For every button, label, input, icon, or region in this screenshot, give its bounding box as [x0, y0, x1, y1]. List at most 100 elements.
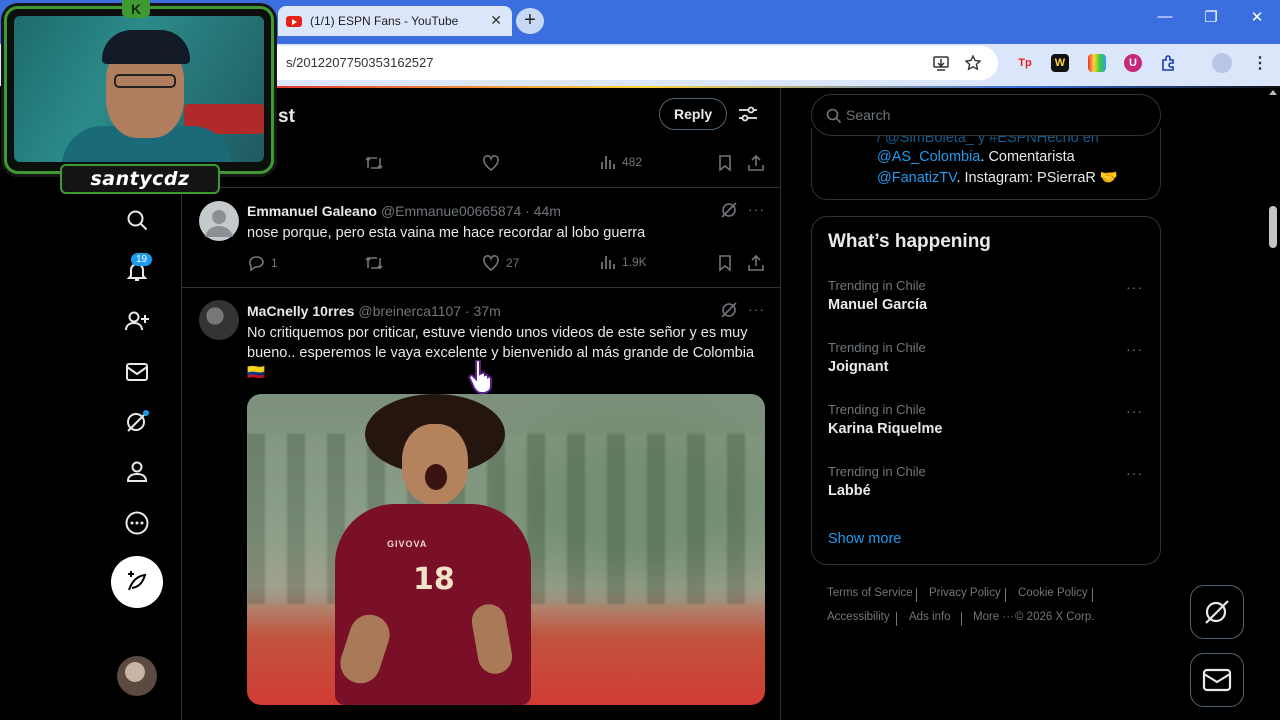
footer-separator [896, 612, 897, 626]
extension-color-icon[interactable] [1088, 54, 1106, 72]
restore-button[interactable]: ❐ [1196, 8, 1226, 32]
like-button[interactable]: 27 [482, 254, 519, 272]
nav-grok[interactable] [122, 407, 152, 437]
nav-messages[interactable] [122, 357, 152, 387]
webcam-badge: K [122, 0, 150, 18]
tweet[interactable]: Emmanuel Galeano @Emmanue00665874 · 44m ·… [182, 187, 780, 287]
trend-name[interactable]: Manuel García [828, 297, 927, 313]
trend-more-icon[interactable]: ··· [1126, 465, 1143, 481]
notification-badge: 19 [131, 253, 153, 266]
extension-ublock-icon[interactable]: U [1124, 54, 1142, 72]
tweet-image[interactable]: GIVOVA 18 [247, 394, 765, 705]
mail-icon [126, 363, 148, 381]
image-player-mouth [425, 464, 447, 490]
footer-terms-link[interactable]: Terms of Service [827, 587, 913, 599]
new-tab-button[interactable]: + [516, 8, 544, 34]
like-button[interactable] [482, 154, 500, 172]
search-icon [127, 210, 148, 231]
tweet-author[interactable]: Emmanuel Galeano @Emmanue00665874 · 44m [247, 203, 561, 219]
profile-avatar-icon[interactable] [1212, 53, 1232, 73]
views-button[interactable]: 482 [600, 154, 642, 170]
bio-text: . Instagram: PSierraR 🤝 [956, 170, 1118, 186]
trend-name[interactable]: Joignant [828, 359, 888, 375]
bookmark-button[interactable] [717, 154, 733, 172]
tweet-author[interactable]: MaCnelly 10rres @breinerca1107 · 37m [247, 303, 501, 319]
address-bar[interactable]: s/2012207750353162527 [270, 46, 998, 80]
reply-action[interactable]: 1 [247, 254, 278, 272]
share-button[interactable] [747, 154, 765, 172]
nav-more[interactable] [122, 508, 152, 538]
grok-icon[interactable] [720, 301, 738, 319]
nav-explore[interactable] [122, 205, 152, 235]
reply-count: 1 [271, 256, 278, 270]
tab-close-button[interactable]: ✕ [490, 12, 502, 29]
extension-tp-icon[interactable]: Tp [1016, 54, 1034, 72]
page-title: st [278, 106, 295, 127]
views-button[interactable]: 1.9K [600, 254, 647, 270]
tweet-text: No critiquemos por criticar, estuve vien… [247, 323, 769, 383]
close-window-button[interactable]: ✕ [1242, 8, 1272, 32]
views-count: 482 [622, 155, 643, 169]
install-icon[interactable] [932, 54, 950, 72]
messages-floating-button[interactable] [1190, 653, 1244, 707]
streamer-name: santycdz [60, 164, 220, 194]
author-handle[interactable]: @Emmanue00665874 · 44m [381, 203, 561, 219]
share-button[interactable] [747, 254, 765, 272]
bio-link[interactable]: @AS_Colombia [877, 149, 980, 165]
hand-cursor-icon [468, 360, 492, 394]
grok-icon [1205, 600, 1229, 624]
scroll-up-arrow[interactable] [1269, 90, 1277, 95]
tweet-more-icon[interactable]: ··· [748, 201, 765, 217]
star-icon[interactable] [964, 54, 982, 72]
trend-more-icon[interactable]: ··· [1126, 279, 1143, 295]
tab-title: (1/1) ESPN Fans - YouTube [310, 14, 459, 28]
author-name[interactable]: MaCnelly 10rres [247, 303, 354, 319]
grok-icon[interactable] [720, 201, 738, 219]
author-handle[interactable]: @breinerca1107 · 37m [358, 303, 500, 319]
extension-w-icon[interactable]: W [1051, 54, 1069, 72]
nav-follow[interactable] [122, 306, 152, 336]
filter-icon[interactable] [738, 105, 758, 123]
bookmark-button[interactable] [717, 254, 733, 272]
tweet[interactable]: MaCnelly 10rres @breinerca1107 · 37m ··· … [182, 287, 780, 720]
heart-icon [483, 255, 499, 271]
retweet-icon [365, 156, 383, 170]
post-button[interactable] [111, 556, 163, 608]
post-feather-icon [128, 571, 147, 591]
search-input[interactable]: Search [811, 94, 1161, 136]
minimize-button[interactable]: — [1150, 8, 1180, 32]
tweet-more-icon[interactable]: ··· [748, 301, 765, 317]
trend-context: Trending in Chile [828, 464, 926, 479]
avatar[interactable] [199, 201, 239, 241]
scrollbar-track[interactable] [1266, 88, 1280, 720]
avatar[interactable] [199, 300, 239, 340]
footer-more-link[interactable]: More ··· [973, 611, 1014, 623]
retweet-button[interactable] [364, 254, 384, 272]
account-avatar[interactable] [117, 656, 157, 696]
retweet-button[interactable] [364, 154, 384, 172]
grok-floating-button[interactable] [1190, 585, 1244, 639]
trend-more-icon[interactable]: ··· [1126, 341, 1143, 357]
footer-cookie-link[interactable]: Cookie Policy [1018, 587, 1088, 599]
browser-tab[interactable]: (1/1) ESPN Fans - YouTube ✕ [278, 6, 512, 36]
footer-privacy-link[interactable]: Privacy Policy [929, 587, 1001, 599]
trend-more-icon[interactable]: ··· [1126, 403, 1143, 419]
footer-ads-link[interactable]: Ads info [909, 611, 951, 623]
author-name[interactable]: Emmanuel Galeano [247, 203, 377, 219]
trend-name[interactable]: Karina Riquelme [828, 421, 942, 437]
kebab-menu-icon[interactable]: ⋮ [1252, 53, 1268, 73]
show-more-link[interactable]: Show more [828, 531, 901, 547]
bio-link[interactable]: @FanatizTV [877, 170, 956, 186]
trend-name[interactable]: Labbé [828, 483, 871, 499]
nav-profile[interactable] [122, 457, 152, 487]
search-icon [826, 108, 842, 124]
extension-icon[interactable] [1160, 54, 1178, 72]
default-avatar-icon [205, 210, 233, 237]
grok-icon [127, 410, 149, 432]
reply-button[interactable]: Reply [659, 98, 728, 130]
footer-accessibility-link[interactable]: Accessibility [827, 611, 890, 623]
footer-separator [916, 588, 917, 602]
scrollbar-thumb[interactable] [1269, 206, 1277, 248]
bio-line: @FanatizTV. Instagram: PSierraR 🤝 [877, 169, 1118, 186]
mail-icon [1202, 668, 1232, 692]
